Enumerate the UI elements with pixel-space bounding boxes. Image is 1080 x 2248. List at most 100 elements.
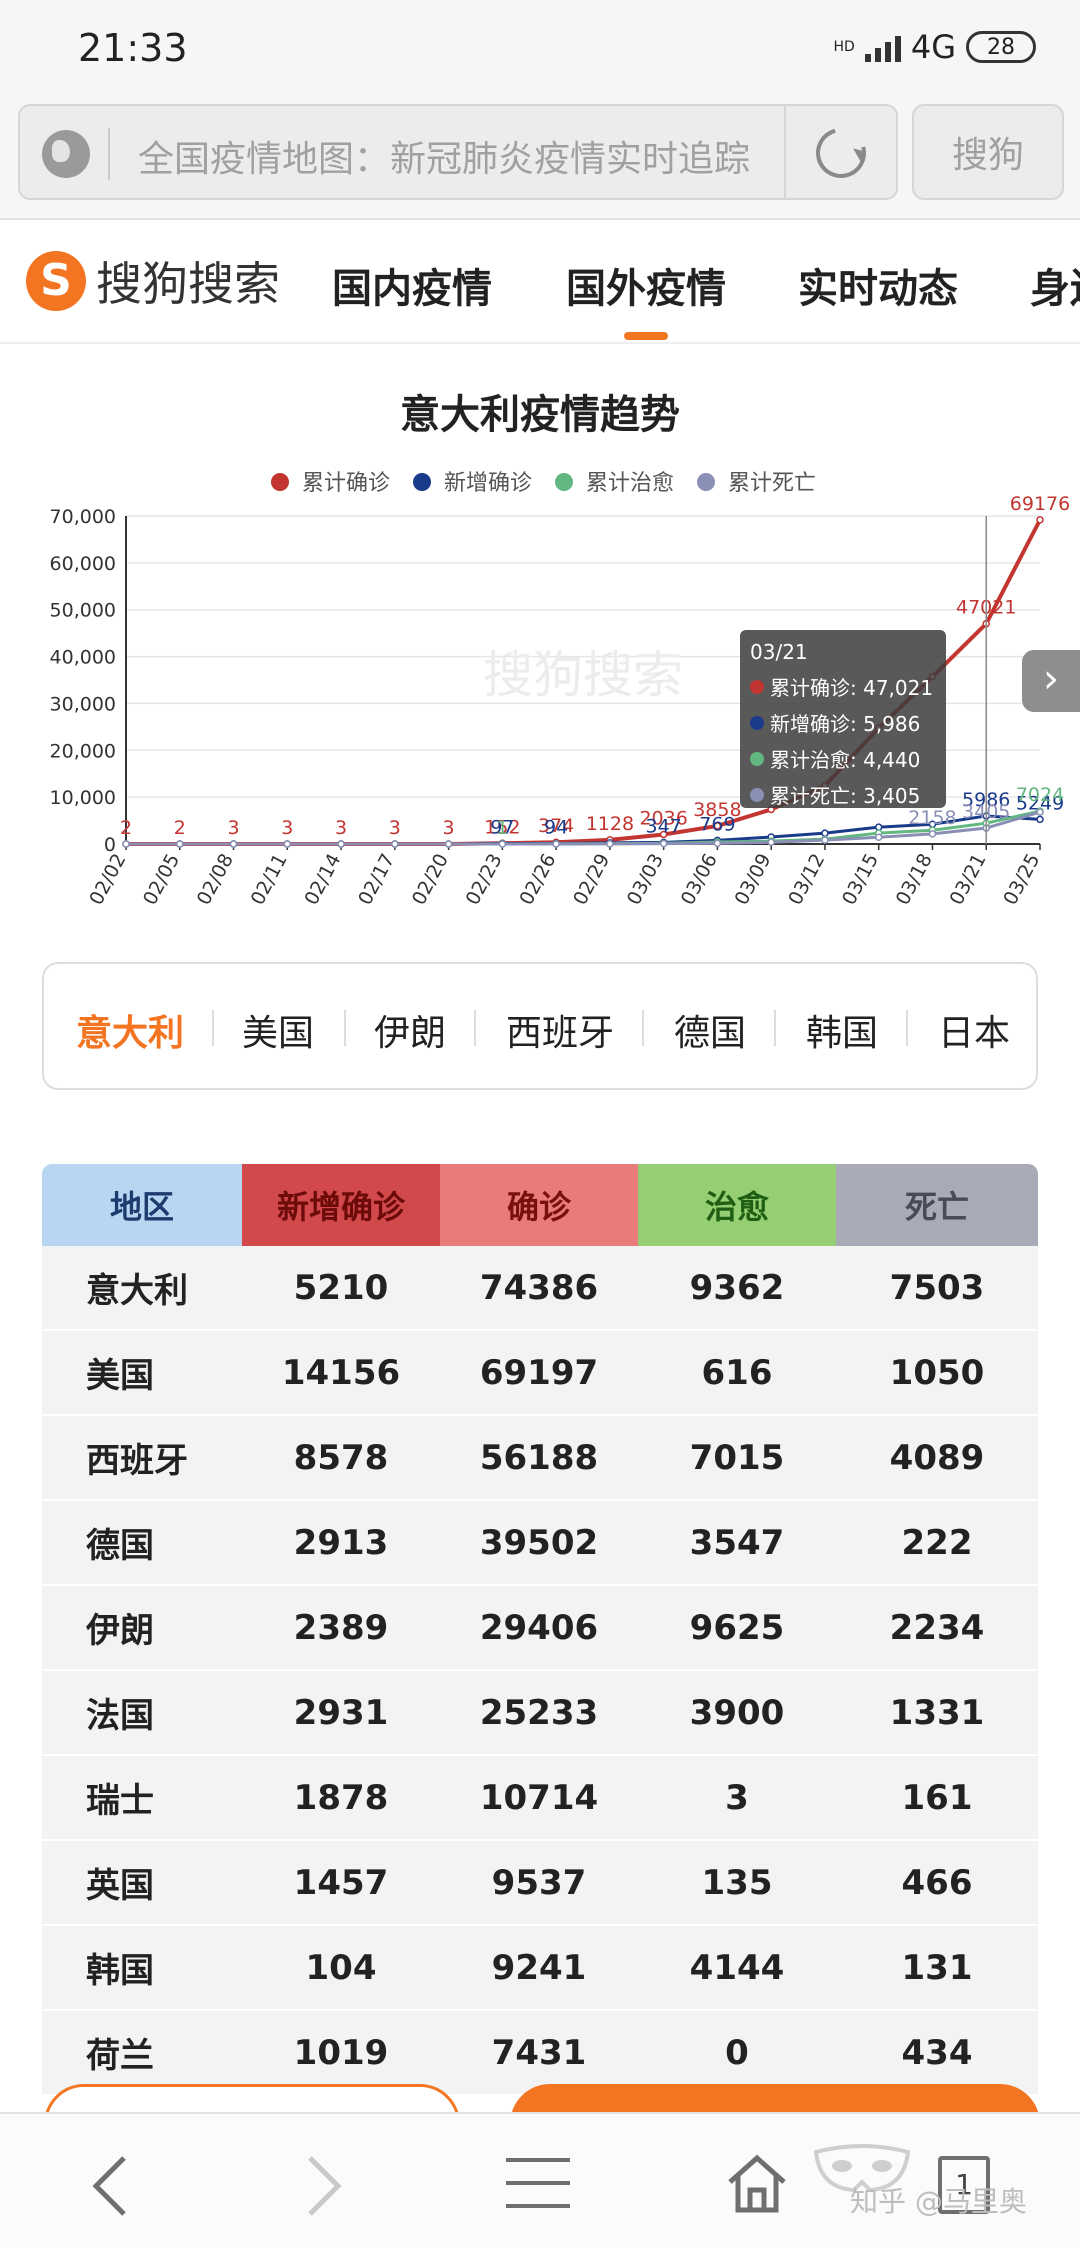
back-arrow-icon[interactable] [88, 2154, 132, 2218]
table-row[interactable]: 德国 2913 39502 3547 222 [42, 1501, 1038, 1586]
value-cell: 4144 [689, 1947, 785, 1988]
data-label: 7024 [1016, 784, 1064, 806]
table-header-cell: 死亡 [836, 1164, 1038, 1246]
nav-item-nearby[interactable]: 身边 [1030, 256, 1080, 314]
value-cell: 1457 [293, 1862, 389, 1903]
table-row[interactable]: 西班牙 8578 56188 7015 4089 [42, 1416, 1038, 1501]
value-cell: 3547 [689, 1522, 785, 1563]
value-cell: 135 [701, 1862, 773, 1903]
data-point [552, 840, 560, 848]
tooltip-row: 累计死亡: 3,405 [750, 780, 936, 809]
value-cell: 7015 [689, 1437, 785, 1478]
tab-usa[interactable]: 美国 [242, 1004, 314, 1056]
stats-table: 地区 新增确诊 确诊 治愈 死亡 意大利 5210 74386 9362 7503 美国 14156… [42, 1164, 1038, 2096]
data-point [1036, 516, 1044, 524]
y-tick-label: 20,000 [50, 740, 116, 762]
value-cell: 10714 [479, 1777, 599, 1818]
legend-label: 累计死亡 [728, 471, 816, 496]
status-time: 21:33 [78, 26, 188, 70]
value-cell: 9537 [491, 1862, 587, 1903]
data-point [1036, 808, 1044, 816]
value-cell: 616 [701, 1352, 773, 1393]
tooltip-dot [750, 787, 764, 802]
value-cell: 74386 [479, 1267, 599, 1308]
tab-germany[interactable]: 德国 [674, 1004, 746, 1056]
y-tick-label: 30,000 [50, 693, 116, 715]
table-row[interactable]: 法国 2931 25233 3900 1331 [42, 1671, 1038, 1756]
data-point [176, 840, 184, 848]
x-tick-label: 03/03 [623, 850, 668, 909]
address-divider [108, 128, 110, 180]
status-icons: HD 4G 28 [834, 28, 1036, 66]
x-tick-label: 03/15 [838, 850, 883, 909]
value-cell: 222 [901, 1522, 973, 1563]
value-cell: 5210 [293, 1267, 389, 1308]
region-cell: 伊朗 [86, 1611, 154, 1651]
refresh-button[interactable] [784, 106, 896, 198]
battery-icon: 28 [966, 31, 1036, 63]
tooltip-text: 累计治愈: 4,440 [770, 748, 921, 772]
y-tick-label: 50,000 [50, 600, 116, 622]
chevron-right-icon[interactable]: › [1022, 650, 1080, 712]
data-label: 769 [699, 813, 735, 835]
menu-icon[interactable] [506, 2158, 570, 2208]
tooltip-row: 累计确诊: 47,021 [750, 672, 936, 701]
data-label: 69176 [1010, 493, 1070, 515]
value-cell: 2931 [293, 1692, 389, 1733]
x-tick-label: 03/25 [999, 850, 1044, 909]
value-cell: 9625 [689, 1607, 785, 1648]
browser-toolbar: 全国疫情地图：新冠肺炎疫情实时追踪 搜狗 [0, 96, 1080, 220]
tab-divider [212, 1010, 214, 1046]
tooltip-dot [750, 679, 764, 694]
tab-japan[interactable]: 日本 [938, 1004, 1010, 1056]
address-text[interactable]: 全国疫情地图：新冠肺炎疫情实时追踪 [138, 130, 798, 182]
data-label: 1 [496, 817, 508, 839]
value-cell: 39502 [479, 1522, 599, 1563]
nav-item-domestic[interactable]: 国内疫情 [332, 256, 492, 314]
table-row[interactable]: 伊朗 2389 29406 9625 2234 [42, 1586, 1038, 1671]
table-row[interactable]: 美国 14156 69197 616 1050 [42, 1331, 1038, 1416]
x-tick-label: 02/14 [300, 850, 345, 909]
data-point [337, 840, 345, 848]
nav-item-overseas[interactable]: 国外疫情 [566, 256, 726, 314]
nav-item-realtime[interactable]: 实时动态 [798, 256, 958, 314]
forward-arrow-icon[interactable] [302, 2154, 346, 2218]
table-row[interactable]: 韩国 104 9241 4144 131 [42, 1926, 1038, 2011]
value-cell: 9362 [689, 1267, 785, 1308]
value-cell: 1878 [293, 1777, 389, 1818]
value-cell: 3 [725, 1777, 749, 1818]
table-row[interactable]: 瑞士 1878 10714 3 161 [42, 1756, 1038, 1841]
legend-marker [271, 473, 289, 491]
value-cell: 69197 [479, 1352, 599, 1393]
value-cell: 161 [901, 1777, 973, 1818]
home-icon[interactable] [726, 2154, 788, 2214]
tooltip-dot [750, 751, 764, 766]
region-cell: 法国 [86, 1696, 154, 1736]
region-cell: 美国 [86, 1356, 154, 1396]
data-point [606, 840, 614, 848]
tab-spain[interactable]: 西班牙 [506, 1004, 614, 1056]
address-bar[interactable]: 全国疫情地图：新冠肺炎疫情实时追踪 [18, 104, 898, 200]
tab-divider [642, 1010, 644, 1046]
y-tick-label: 10,000 [50, 787, 116, 809]
x-tick-label: 02/08 [193, 850, 238, 909]
data-label: 2 [174, 817, 186, 839]
data-label: 1128 [586, 813, 634, 835]
tab-divider [344, 1010, 346, 1046]
region-cell: 瑞士 [86, 1781, 154, 1821]
data-label: 3 [227, 817, 239, 839]
tab-korea[interactable]: 韩国 [806, 1004, 878, 1056]
value-cell: 9241 [491, 1947, 587, 1988]
sogou-logo[interactable]: 搜狗搜索 [26, 248, 280, 314]
value-cell: 104 [305, 1947, 377, 1988]
table-row[interactable]: 英国 1457 9537 135 466 [42, 1841, 1038, 1926]
legend-label: 累计确诊 [302, 471, 390, 496]
tab-iran[interactable]: 伊朗 [374, 1004, 446, 1056]
region-cell: 荷兰 [86, 2036, 154, 2076]
data-point [391, 840, 399, 848]
value-cell: 2389 [293, 1607, 389, 1648]
search-button[interactable]: 搜狗 [912, 104, 1064, 200]
table-row[interactable]: 意大利 5210 74386 9362 7503 [42, 1246, 1038, 1331]
y-tick-label: 40,000 [50, 647, 116, 669]
tab-italy[interactable]: 意大利 [76, 1004, 184, 1056]
